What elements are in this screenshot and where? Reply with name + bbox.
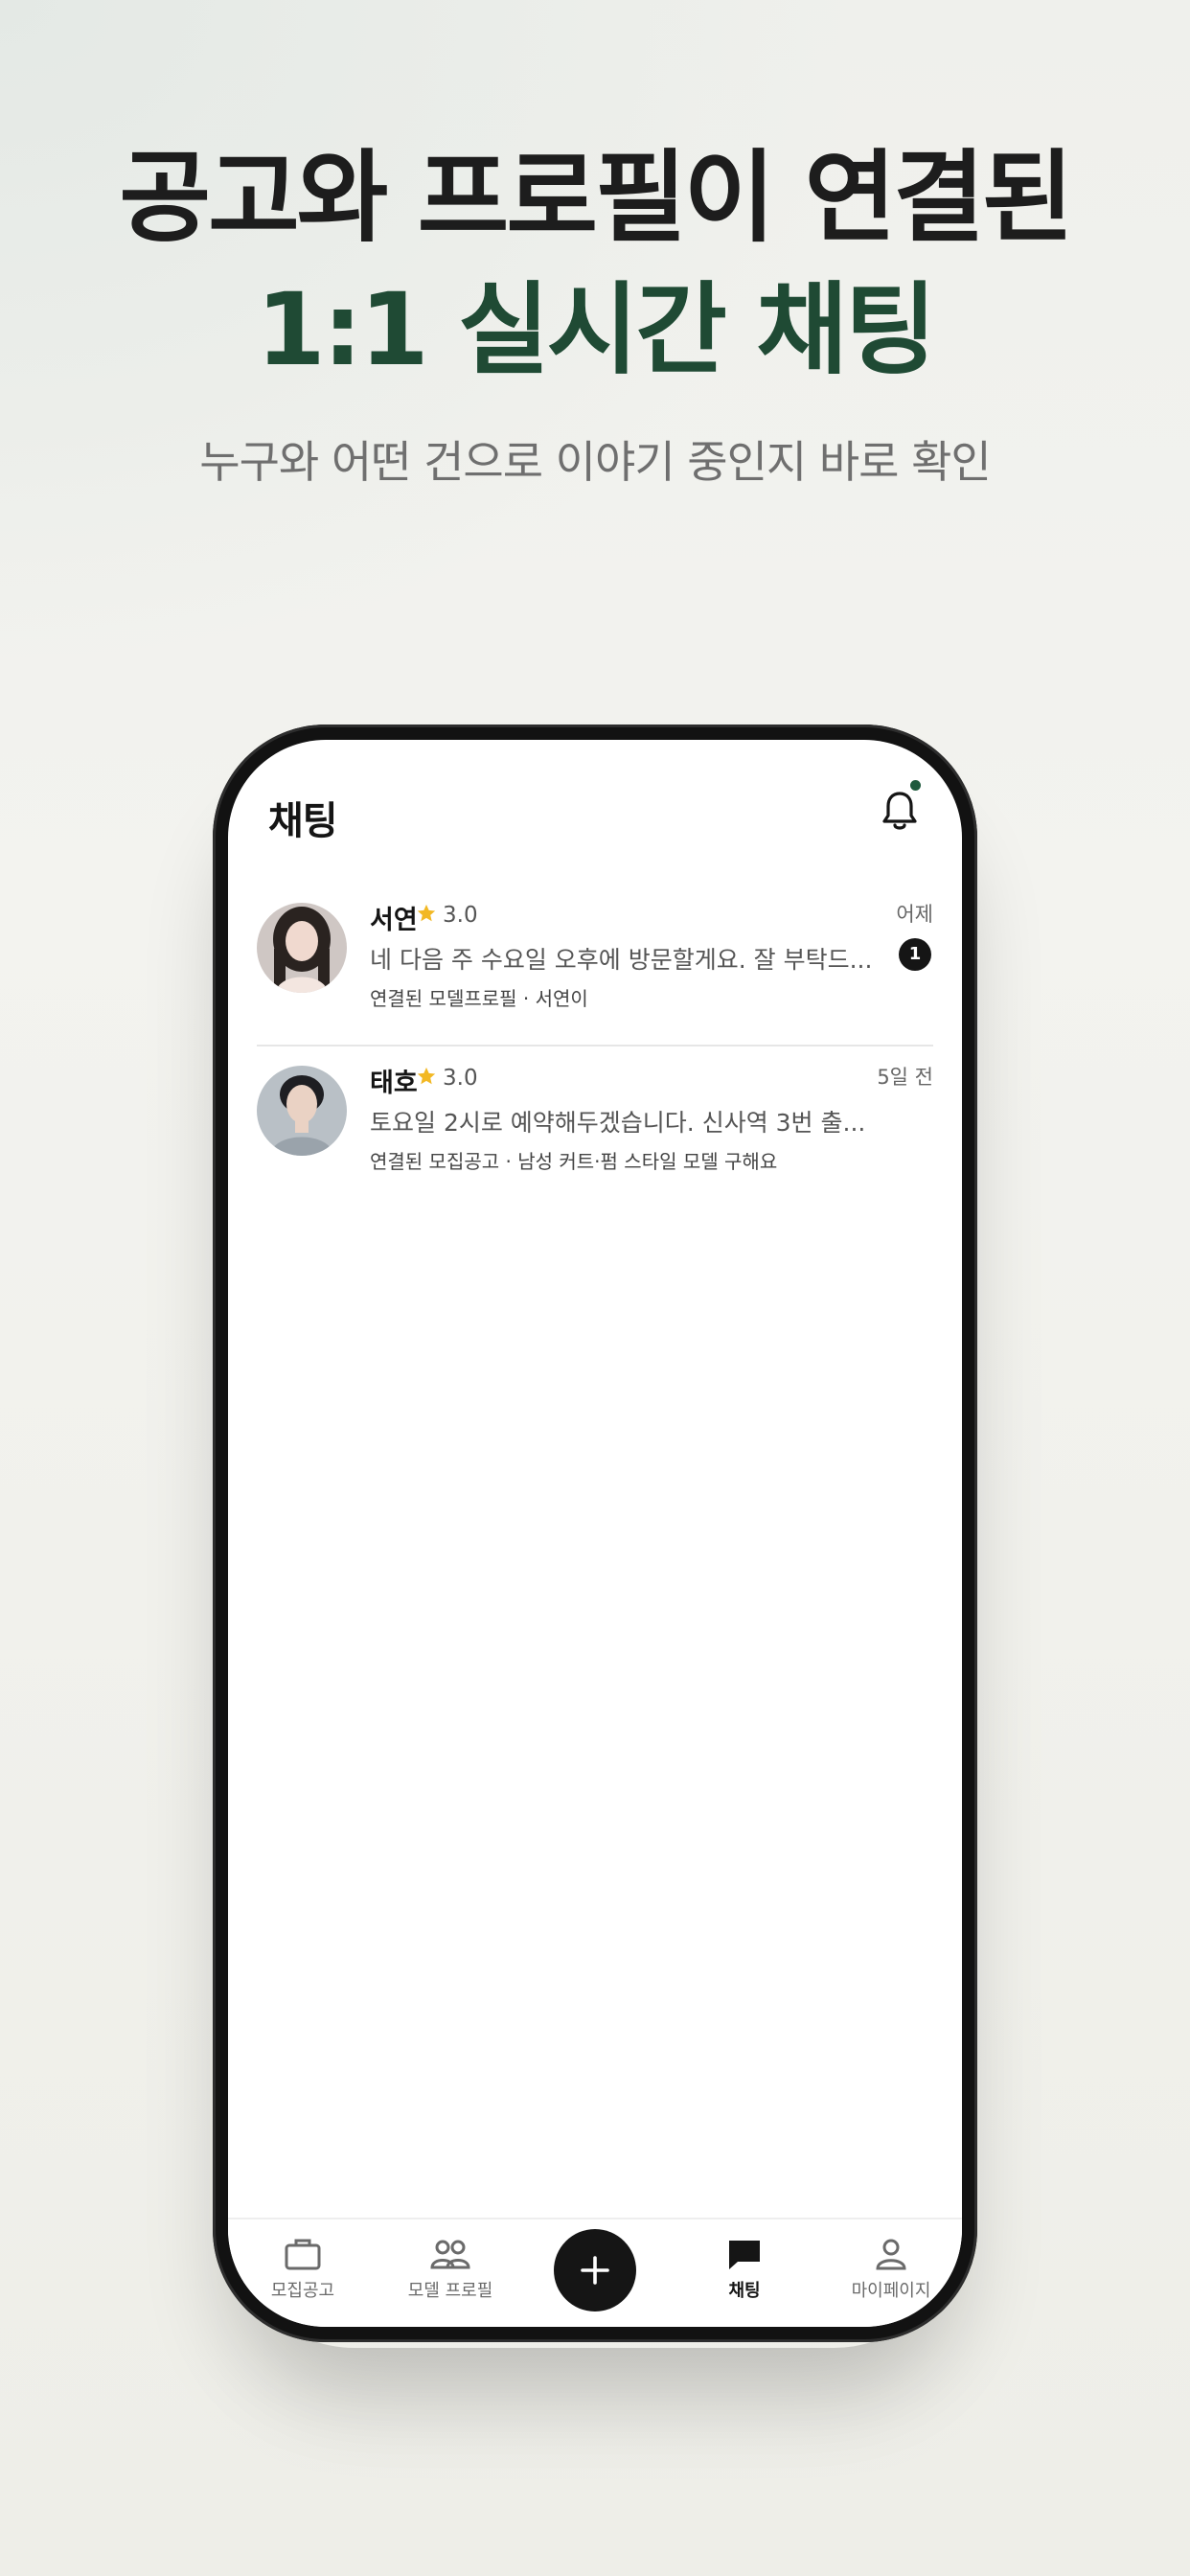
hero-headline-accent: 1:1 실시간 채팅 <box>256 271 936 388</box>
notification-dot <box>910 780 921 791</box>
avatar <box>257 903 347 993</box>
page-title: 채팅 <box>268 799 338 843</box>
add-button[interactable] <box>554 2229 636 2312</box>
unread-badge: 1 <box>899 938 931 971</box>
chat-rating: 3.0 <box>443 903 478 928</box>
tab-label: 모델 프로필 <box>407 2281 493 2301</box>
chat-linked-context: 연결된 모델프로필 · 서연이 <box>370 987 588 1010</box>
bell-icon <box>882 792 917 830</box>
chat-bubble-icon <box>729 2241 760 2269</box>
tab-recruitment[interactable]: 모집공고 <box>236 2237 370 2302</box>
chat-time: 어제 <box>896 903 933 926</box>
tab-my-page[interactable]: 마이페이지 <box>824 2237 958 2302</box>
chat-name: 태호 <box>370 1069 418 1098</box>
tab-label: 모집공고 <box>270 2281 335 2301</box>
chat-last-message: 토요일 2시로 예약해두겠습니다. 신사역 3번 출... <box>370 1109 866 1137</box>
chat-name: 서연 <box>370 906 418 935</box>
hero-headline: 공고와 프로필이 연결된 <box>119 139 1073 256</box>
chat-list-item[interactable]: 서연 3.0 어제 네 다음 주 수요일 오후에 방문할게요. 잘 부탁드...… <box>257 884 933 1045</box>
notification-button[interactable] <box>880 788 920 836</box>
tab-label: 채팅 <box>728 2281 761 2301</box>
phone-frame: 채팅 서연 3.0 어제 네 다음 주 수요일 오후에 방문할게요. 잘 부탁드… <box>213 724 977 2342</box>
person-icon <box>876 2239 906 2270</box>
star-icon <box>417 1067 436 1085</box>
briefcase-icon <box>285 2239 321 2270</box>
chat-rating: 3.0 <box>443 1066 478 1091</box>
hero: 공고와 프로필이 연결된 1:1 실시간 채팅 누구와 어떤 건으로 이야기 중… <box>0 134 1190 491</box>
chat-linked-context: 연결된 모집공고 · 남성 커트·펌 스타일 모델 구해요 <box>370 1150 778 1173</box>
phone-screen: 채팅 서연 3.0 어제 네 다음 주 수요일 오후에 방문할게요. 잘 부탁드… <box>228 740 962 2327</box>
people-icon <box>430 2240 470 2269</box>
bottom-tab-bar: 모집공고 모델 프로필 채팅 마이페이지 <box>228 2218 962 2327</box>
tab-chat[interactable]: 채팅 <box>677 2237 812 2302</box>
avatar <box>257 1066 347 1156</box>
plus-icon <box>581 2256 609 2285</box>
hero-subtitle: 누구와 어떤 건으로 이야기 중인지 바로 확인 <box>199 436 992 488</box>
star-icon <box>417 904 436 922</box>
chat-last-message: 네 다음 주 수요일 오후에 방문할게요. 잘 부탁드... <box>370 946 873 974</box>
chat-list-item[interactable]: 태호 3.0 5일 전 토요일 2시로 예약해두겠습니다. 신사역 3번 출..… <box>257 1046 933 1208</box>
tab-label: 마이페이지 <box>851 2281 931 2301</box>
chat-time: 5일 전 <box>877 1066 933 1089</box>
tab-model-profile[interactable]: 모델 프로필 <box>383 2237 517 2302</box>
